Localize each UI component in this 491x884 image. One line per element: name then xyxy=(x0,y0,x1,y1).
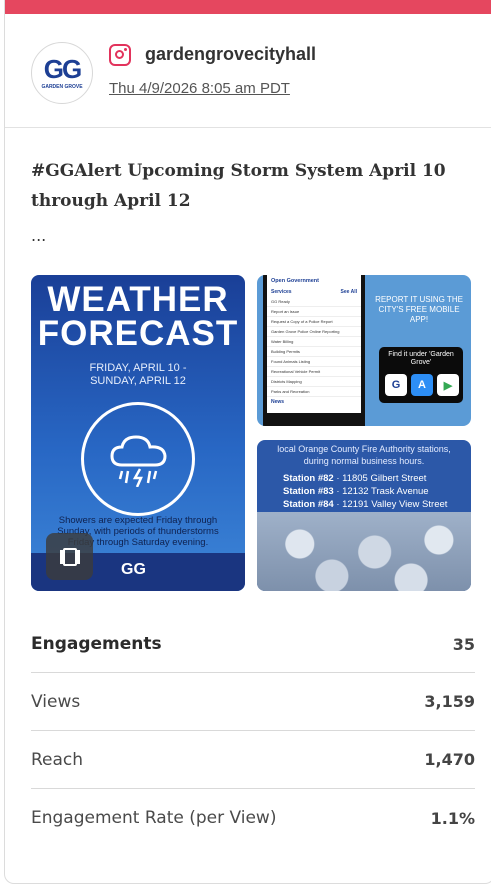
metric-label: Engagement Rate (per View) xyxy=(31,808,277,828)
post-card: GG GARDEN GROVE gardengrovecityhall Thu … xyxy=(4,0,491,884)
report-text: REPORT IT USING THE CITY'S FREE MOBILE A… xyxy=(375,295,463,324)
metric-value: 3,159 xyxy=(424,692,475,711)
phone-list-item: Garden Grove Police Online Reporting xyxy=(267,327,361,337)
post-header: GG GARDEN GROVE gardengrovecityhall Thu … xyxy=(5,14,491,128)
top-accent-bar xyxy=(5,0,491,14)
post-timestamp-link[interactable]: Thu 4/9/2026 8:05 am PDT xyxy=(109,80,290,97)
username[interactable]: gardengrovecityhall xyxy=(145,44,316,65)
forecast-title-line2: FORECAST xyxy=(37,314,239,353)
app-store-box: Find it under 'Garden Grove' G A ▶ xyxy=(379,347,463,403)
station-address: · 11805 Gilbert Street xyxy=(336,473,427,484)
metric-label: Views xyxy=(31,691,81,712)
stations-intro-line1: local Orange County Fire Authority stati… xyxy=(277,444,451,454)
station-item: Station #83 · 12132 Trask Avenue xyxy=(283,486,429,497)
station-item: Station #84 · 12191 Valley View Street xyxy=(283,499,447,510)
metric-label: Engagements xyxy=(31,634,162,654)
media-report-app[interactable]: Open Government Services See All GG Read… xyxy=(257,275,471,426)
phone-list-item: Report an Issue xyxy=(267,307,361,317)
phone-news: News xyxy=(271,399,285,405)
phone-see-all: See All xyxy=(340,289,358,295)
station-name: Station #83 xyxy=(283,486,334,497)
store-title: Find it under 'Garden Grove' xyxy=(388,351,454,366)
media-fire-stations[interactable]: local Orange County Fire Authority stati… xyxy=(257,440,471,591)
phone-list-item: Request a Copy of a Police Report xyxy=(267,317,361,327)
avatar-text: GARDEN GROVE xyxy=(41,84,83,90)
phone-services-row: Services See All xyxy=(267,287,361,297)
station-address: · 12191 Valley View Street xyxy=(336,499,448,510)
station-address: · 12132 Trask Avenue xyxy=(336,486,429,497)
instagram-icon xyxy=(109,44,131,66)
media-weather-forecast[interactable]: WEATHER FORECAST FRIDAY, APRIL 10 - SUND… xyxy=(31,275,245,591)
carousel-icon[interactable] xyxy=(46,533,93,580)
phone-list-item: GG Ready xyxy=(267,297,361,307)
app-store-icon: A xyxy=(411,374,433,396)
phone-list-item: Recreational Vehicle Permit xyxy=(267,367,361,377)
avatar[interactable]: GG GARDEN GROVE xyxy=(31,42,93,104)
phone-mockup: Open Government Services See All GG Read… xyxy=(263,275,365,426)
metrics-table: Engagements 35 Views 3,159 Reach 1,470 E… xyxy=(31,616,475,847)
station-name: Station #84 xyxy=(283,499,334,510)
forecast-date-line2: SUNDAY, APRIL 12 xyxy=(90,375,186,387)
metric-label: Reach xyxy=(31,749,84,770)
station-item: Station #82 · 11805 Gilbert Street xyxy=(283,473,426,484)
forecast-date-line1: FRIDAY, APRIL 10 - xyxy=(89,362,187,374)
store-icons: G A ▶ xyxy=(385,374,459,396)
metric-value: 1,470 xyxy=(424,750,475,769)
metric-row-views: Views 3,159 xyxy=(31,673,475,731)
google-play-icon: ▶ xyxy=(437,374,459,396)
phone-list-item: Parks and Recreation xyxy=(267,387,361,397)
sandbags-image xyxy=(257,512,471,591)
metric-value: 1.1% xyxy=(430,808,475,828)
phone-list-item: Found Animals Listing xyxy=(267,357,361,367)
forecast-dates: FRIDAY, APRIL 10 - SUNDAY, APRIL 12 xyxy=(31,362,245,388)
forecast-title-line1: WEATHER xyxy=(47,280,229,319)
storm-cloud-icon xyxy=(81,402,195,516)
phone-services-label: Services xyxy=(271,289,292,295)
phone-list-item: Building Permits xyxy=(267,347,361,357)
avatar-logo: GG xyxy=(43,54,82,84)
station-name: Station #82 xyxy=(283,473,334,484)
forecast-title: WEATHER FORECAST xyxy=(31,280,245,353)
phone-list-item: Water Billing xyxy=(267,337,361,347)
metric-row-engagements: Engagements 35 xyxy=(31,616,475,673)
stations-intro-line2: during normal business hours. xyxy=(303,456,425,466)
more-text[interactable]: ... xyxy=(31,226,46,245)
city-app-icon: G xyxy=(385,374,407,396)
post-text: #GGAlert Upcoming Storm System April 10 … xyxy=(31,161,446,211)
phone-list-item: Districts Mapping xyxy=(267,377,361,387)
phone-screen: Open Government Services See All GG Read… xyxy=(267,275,361,413)
metric-value: 35 xyxy=(452,634,475,654)
forecast-logo: GG xyxy=(121,561,146,578)
metric-row-engagement-rate: Engagement Rate (per View) 1.1% xyxy=(31,789,475,847)
phone-header: Open Government xyxy=(271,278,319,284)
metric-row-reach: Reach 1,470 xyxy=(31,731,475,789)
